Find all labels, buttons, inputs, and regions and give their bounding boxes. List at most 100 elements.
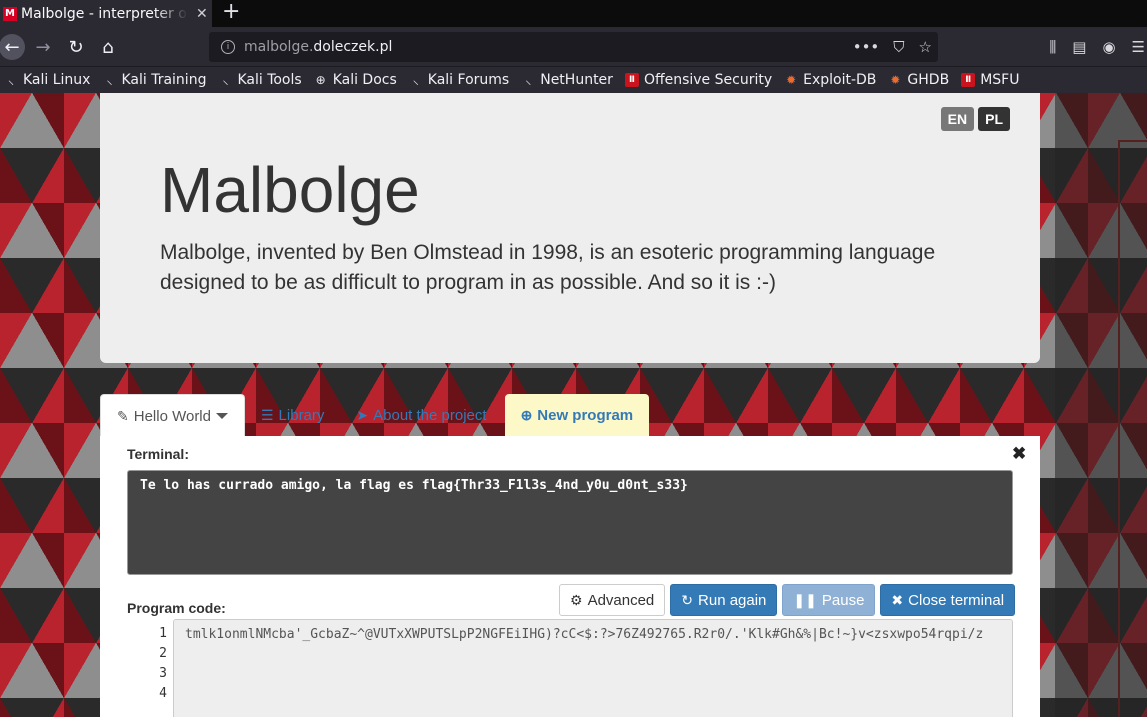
bookmark-label: Exploit-DB	[803, 72, 877, 88]
sidebar-icon[interactable]: ▤	[1072, 38, 1086, 56]
bookmark-label: Kali Linux	[23, 72, 91, 88]
offsec-icon: Ⅱ	[624, 73, 639, 87]
tab-library[interactable]: ☰ Library	[245, 394, 340, 437]
language-switch: EN PL	[940, 107, 1010, 131]
lang-en-button[interactable]: EN	[940, 107, 975, 131]
navigation-toolbar: ← → ↻ ⌂ i malbolge.doleczek.pl ••• ⛉ ☆ ⫼…	[0, 27, 1147, 67]
pause-button[interactable]: ❚❚ Pause	[782, 584, 876, 616]
bookmark-label: Kali Docs	[332, 72, 397, 88]
tab-label: New program	[537, 407, 634, 424]
bookmark-msfu[interactable]: Ⅱ MSFU	[961, 72, 1019, 88]
pause-icon: ❚❚	[793, 591, 817, 608]
malbolge-favicon-icon: M	[3, 6, 17, 21]
globe-icon: ⊕	[315, 73, 326, 87]
pocket-icon[interactable]: ⛉	[893, 38, 904, 56]
bookmarks-toolbar: ⸜ Kali Linux ⸜ Kali Training ⸜ Kali Tools ⊕…	[0, 67, 1147, 93]
offsec-icon: Ⅱ	[961, 73, 976, 87]
url-host: doleczek.pl	[313, 39, 393, 55]
line-number: 2	[159, 646, 167, 661]
site-info-icon[interactable]: i	[221, 40, 235, 54]
browser-tab[interactable]: M Malbolge - interpreter online ✕	[0, 0, 212, 27]
button-label: Pause	[821, 591, 865, 609]
edit-icon: ✎	[117, 407, 129, 424]
bookmark-label: Kali Tools	[237, 72, 302, 88]
tab-hello-world[interactable]: ✎ Hello World	[100, 394, 245, 437]
bookmark-star-icon[interactable]: ☆	[919, 38, 932, 56]
background-frame	[1118, 140, 1147, 717]
run-again-button[interactable]: ↻ Run again	[670, 584, 778, 616]
advanced-button[interactable]: ⚙ Advanced	[559, 584, 666, 616]
url-text: malbolge.doleczek.pl	[244, 39, 392, 55]
page-lead: Malbolge, invented by Ben Olmstead in 19…	[160, 241, 936, 294]
menu-icon[interactable]: ☰	[1132, 38, 1145, 56]
back-icon[interactable]: ←	[0, 34, 25, 60]
new-tab-icon[interactable]: +	[222, 0, 240, 27]
tab-title: Malbolge - interpreter online	[21, 5, 188, 22]
bookmark-offensive-security[interactable]: Ⅱ Offensive Security	[624, 72, 773, 88]
program-actions: ⚙ Advanced ↻ Run again ❚❚ Pause ✖ Close …	[559, 584, 1016, 616]
list-icon: ☰	[260, 407, 274, 423]
tab-new-program[interactable]: ⊕ New program	[504, 394, 650, 437]
line-number: 1	[159, 626, 167, 641]
bookmark-label: MSFU	[980, 72, 1020, 88]
url-bar[interactable]: i malbolge.doleczek.pl ••• ⛉ ☆	[209, 32, 938, 62]
kali-icon: ⸜	[525, 73, 532, 87]
bookmark-kali-training[interactable]: ⸜ Kali Training	[102, 72, 206, 88]
bookmark-label: Offensive Security	[643, 72, 773, 88]
exploitdb-icon: ✹	[786, 73, 797, 87]
kali-icon: ⸜	[7, 73, 14, 87]
bookmark-nethunter[interactable]: ⸜ NetHunter	[521, 72, 613, 88]
bookmark-kali-forums[interactable]: ⸜ Kali Forums	[409, 72, 509, 88]
tab-label: Library	[278, 407, 325, 424]
close-terminal-button[interactable]: ✖ Close terminal	[880, 584, 1016, 616]
kali-icon: ⸜	[106, 73, 113, 87]
line-numbers: 1 2 3 4	[127, 624, 167, 704]
close-icon[interactable]: ✖	[1012, 444, 1026, 464]
page-title: Malbolge	[160, 154, 420, 226]
bookmark-label: GHDB	[907, 72, 950, 88]
bookmark-ghdb[interactable]: ✹ GHDB	[888, 72, 949, 88]
button-label: Run again	[698, 591, 767, 609]
bookmark-label: Kali Training	[121, 72, 207, 88]
close-tab-icon[interactable]: ✕	[196, 6, 208, 22]
bookmark-label: NetHunter	[540, 72, 613, 88]
ghdb-icon: ✹	[890, 73, 901, 87]
browser-tab-strip: M Malbolge - interpreter online ✕ +	[0, 0, 1147, 27]
code-line: tmlk1onmlNMcba'_GcbaZ~^@VUTxXWPUTSLpP2NG…	[185, 627, 984, 642]
page-background: EN PL Malbolge Malbolge, invented by Ben…	[0, 93, 1147, 717]
line-number: 4	[159, 686, 167, 701]
terminal-label: Terminal:	[127, 446, 189, 462]
url-prefix: malbolge.	[244, 39, 314, 55]
account-icon[interactable]: ◉	[1102, 38, 1115, 56]
url-actions: ••• ⛉ ☆	[853, 32, 932, 62]
bookmark-exploit-db[interactable]: ✹ Exploit-DB	[784, 72, 876, 88]
bookmark-kali-tools[interactable]: ⸜ Kali Tools	[218, 72, 301, 88]
button-label: Advanced	[587, 591, 655, 609]
bookmark-kali-linux[interactable]: ⸜ Kali Linux	[4, 72, 90, 88]
terminal-output: Te lo has currado amigo, la flag es flag…	[127, 470, 1013, 575]
tab-about[interactable]: ➤ About the project	[340, 394, 502, 437]
jumbotron: EN PL Malbolge Malbolge, invented by Ben…	[100, 93, 1040, 363]
page-actions-icon[interactable]: •••	[853, 38, 880, 56]
reload-icon[interactable]: ↻	[63, 34, 89, 60]
refresh-icon: ↻	[681, 591, 694, 608]
program-code-editor[interactable]: tmlk1onmlNMcba'_GcbaZ~^@VUTxXWPUTSLpP2NG…	[173, 619, 1013, 717]
toolbar-right-icons: ⫼ ▤ ◉ ☰	[1049, 34, 1147, 60]
library-icon[interactable]: ⫼	[1049, 38, 1056, 56]
lang-pl-button[interactable]: PL	[978, 107, 1010, 131]
bookmark-kali-docs[interactable]: ⊕ Kali Docs	[314, 72, 397, 88]
kali-icon: ⸜	[222, 73, 229, 87]
caret-down-icon	[215, 413, 228, 419]
close-icon: ✖	[891, 591, 904, 608]
bookmark-label: Kali Forums	[427, 72, 510, 88]
button-label: Close terminal	[908, 591, 1005, 609]
program-panel: Terminal: ✖ Te lo has currado amigo, la …	[100, 436, 1040, 717]
program-tabs: ✎ Hello World ☰ Library ➤ About the proj…	[100, 394, 650, 437]
send-icon: ➤	[356, 407, 369, 423]
plus-circle-icon: ⊕	[520, 407, 533, 423]
tab-label: Hello World	[133, 407, 211, 425]
home-icon[interactable]: ⌂	[95, 34, 121, 60]
tab-label: About the project	[373, 407, 487, 424]
gear-icon: ⚙	[570, 591, 583, 608]
forward-icon[interactable]: →	[30, 34, 56, 60]
